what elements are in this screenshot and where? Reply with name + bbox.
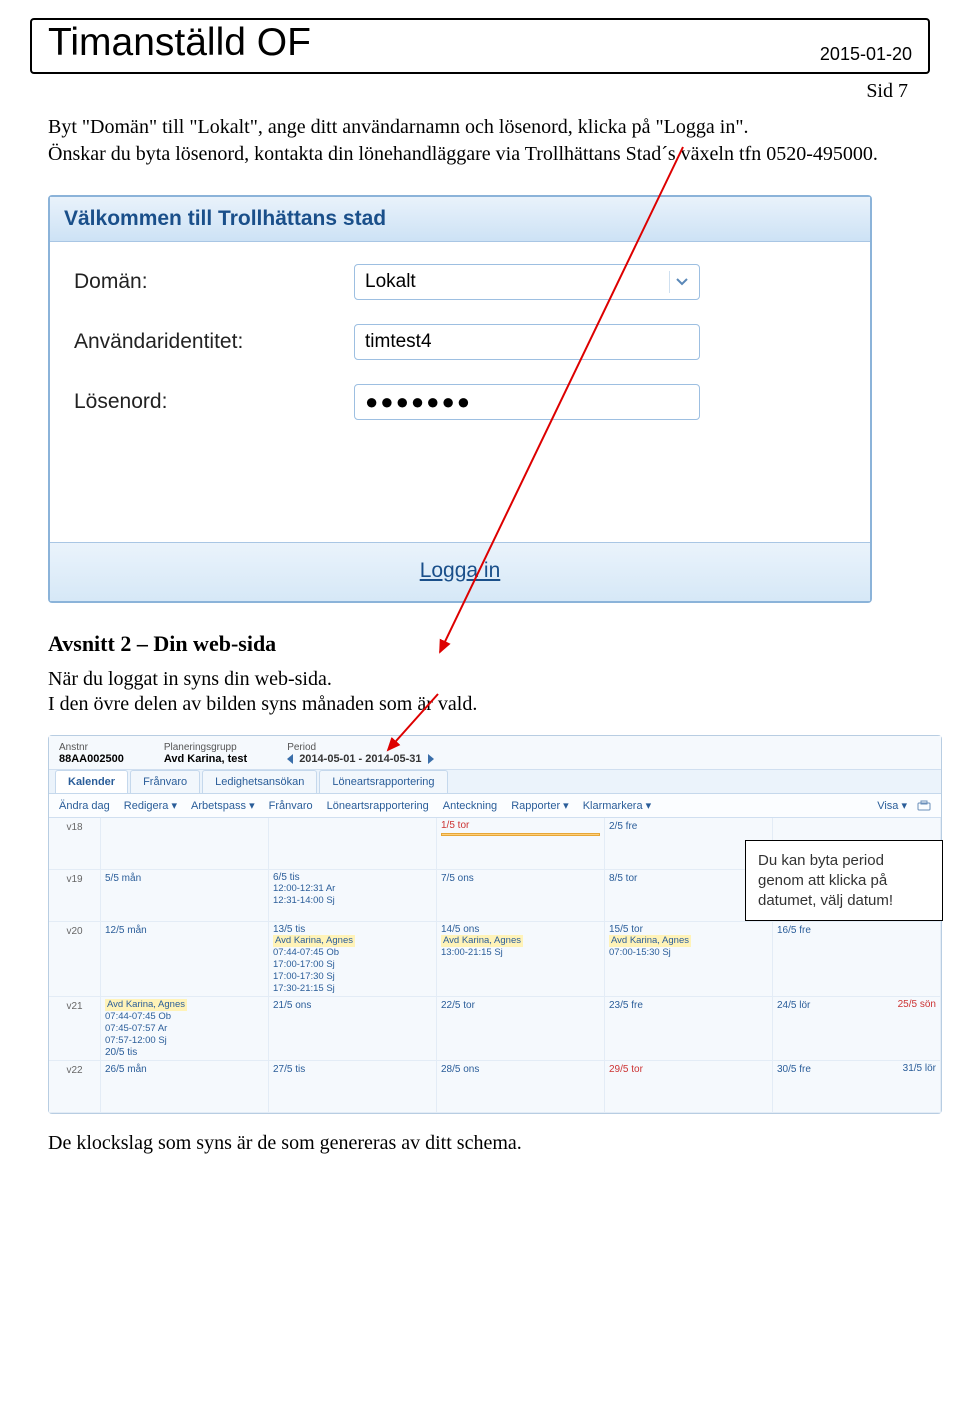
- section2-p2: I den övre delen av bilden syns månaden …: [48, 692, 912, 717]
- tab-loneart[interactable]: Löneartsrapportering: [319, 770, 447, 793]
- toolbar-anteckning[interactable]: Anteckning: [443, 799, 497, 812]
- week-label: v19: [49, 870, 101, 922]
- tab-ledighet[interactable]: Ledighetsansökan: [202, 770, 317, 793]
- login-panel: Välkommen till Trollhättans stad Domän: …: [48, 195, 872, 603]
- datecell[interactable]: 28/5 ons: [437, 1061, 605, 1113]
- user-value: timtest4: [365, 331, 432, 353]
- print-icon[interactable]: [917, 800, 931, 812]
- section2-title: Avsnitt 2 – Din web-sida: [48, 631, 912, 657]
- domain-combobox[interactable]: Lokalt: [354, 264, 700, 300]
- week-label: v20: [49, 922, 101, 997]
- week-label: v18: [49, 818, 101, 870]
- period-selector[interactable]: 2014-05-01 - 2014-05-31: [287, 753, 433, 765]
- pass-value: ●●●●●●●: [365, 389, 472, 415]
- highlight-bar: [441, 833, 600, 836]
- domain-value: Lokalt: [365, 271, 416, 293]
- tab-franvaro[interactable]: Frånvaro: [130, 770, 200, 793]
- page-sid: Sid 7: [30, 80, 908, 103]
- section2-p1: När du loggat in syns din web-sida.: [48, 667, 912, 692]
- login-button[interactable]: Logga in: [420, 559, 501, 582]
- datecell[interactable]: 12/5 mån: [101, 922, 269, 997]
- footer-note: De klockslag som syns är de som generera…: [48, 1132, 912, 1155]
- period-val: 2014-05-01 - 2014-05-31: [299, 753, 421, 765]
- anstnr-lbl: Anstnr: [59, 742, 124, 753]
- toolbar-redigera[interactable]: Redigera ▾: [124, 799, 177, 812]
- datecell[interactable]: 23/5 fre: [605, 997, 773, 1061]
- user-input[interactable]: timtest4: [354, 324, 700, 360]
- next-period-icon[interactable]: [428, 754, 434, 764]
- calendar-toolbar: Ändra dag Redigera ▾ Arbetspass ▾ Frånva…: [49, 794, 941, 818]
- datecell[interactable]: 22/5 tor: [437, 997, 605, 1061]
- datecell[interactable]: 30/5 fre 31/5 lör: [773, 1061, 941, 1113]
- toolbar-loneart[interactable]: Löneartsrapportering: [327, 799, 429, 812]
- datecell[interactable]: [101, 818, 269, 870]
- datecell[interactable]: [269, 818, 437, 870]
- toolbar-visa[interactable]: Visa ▾: [877, 799, 907, 812]
- datecell[interactable]: 15/5 tor Avd Karina, Agnes 07:00-15:30 S…: [605, 922, 773, 997]
- domain-label: Domän:: [74, 270, 354, 294]
- prev-period-icon[interactable]: [287, 754, 293, 764]
- week-label: v22: [49, 1061, 101, 1113]
- calendar-tabs: Kalender Frånvaro Ledighetsansökan Lönea…: [49, 770, 941, 794]
- datecell[interactable]: 6/5 tis 12:00-12:31 Ar 12:31-14:00 Sj: [269, 870, 437, 922]
- datecell[interactable]: 27/5 tis: [269, 1061, 437, 1113]
- tab-kalender[interactable]: Kalender: [55, 770, 128, 793]
- login-welcome: Välkommen till Trollhättans stad: [50, 197, 870, 242]
- datecell[interactable]: 24/5 lör 25/5 sön: [773, 997, 941, 1061]
- calendar-top: Anstnr 88AA002500 Planeringsgrupp Avd Ka…: [49, 736, 941, 770]
- chevron-down-icon[interactable]: [669, 271, 693, 293]
- anstnr-val: 88AA002500: [59, 753, 124, 765]
- toolbar-franvaro[interactable]: Frånvaro: [269, 799, 313, 812]
- toolbar-klarmarkera[interactable]: Klarmarkera ▾: [583, 799, 651, 812]
- datecell[interactable]: 13/5 tis Avd Karina, Agnes 07:44-07:45 O…: [269, 922, 437, 997]
- page-header: Timanställd OF 2015-01-20: [30, 18, 930, 74]
- datecell[interactable]: 5/5 mån: [101, 870, 269, 922]
- grp-val: Avd Karina, test: [164, 753, 247, 765]
- week-label: v21: [49, 997, 101, 1061]
- toolbar-arbetspass[interactable]: Arbetspass ▾: [191, 799, 255, 812]
- intro-p1: Byt "Domän" till "Lokalt", ange ditt anv…: [48, 115, 912, 140]
- datecell[interactable]: 14/5 ons Avd Karina, Agnes 13:00-21:15 S…: [437, 922, 605, 997]
- callout-box: Du kan byta period genom att klicka på d…: [745, 840, 943, 921]
- toolbar-andra[interactable]: Ändra dag: [59, 799, 110, 812]
- calendar-panel: Anstnr 88AA002500 Planeringsgrupp Avd Ka…: [48, 735, 942, 1114]
- grp-lbl: Planeringsgrupp: [164, 742, 247, 753]
- datecell[interactable]: 29/5 tor: [605, 1061, 773, 1113]
- datecell[interactable]: 7/5 ons: [437, 870, 605, 922]
- intro-p2: Önskar du byta lösenord, kontakta din lö…: [48, 142, 912, 167]
- doc-title: Timanställd OF: [48, 21, 311, 65]
- datecell[interactable]: 21/5 ons: [269, 997, 437, 1061]
- pass-label: Lösenord:: [74, 390, 354, 414]
- datecell[interactable]: 16/5 fre: [773, 922, 941, 997]
- datecell[interactable]: 1/5 tor: [437, 818, 605, 870]
- user-label: Användaridentitet:: [74, 330, 354, 354]
- doc-date: 2015-01-20: [820, 44, 912, 65]
- toolbar-rapporter[interactable]: Rapporter ▾: [511, 799, 569, 812]
- datecell[interactable]: Avd Karina, Agnes 07:44-07:45 Ob 07:45-0…: [101, 997, 269, 1061]
- datecell[interactable]: 26/5 mån: [101, 1061, 269, 1113]
- pass-input[interactable]: ●●●●●●●: [354, 384, 700, 420]
- period-lbl: Period: [287, 742, 433, 753]
